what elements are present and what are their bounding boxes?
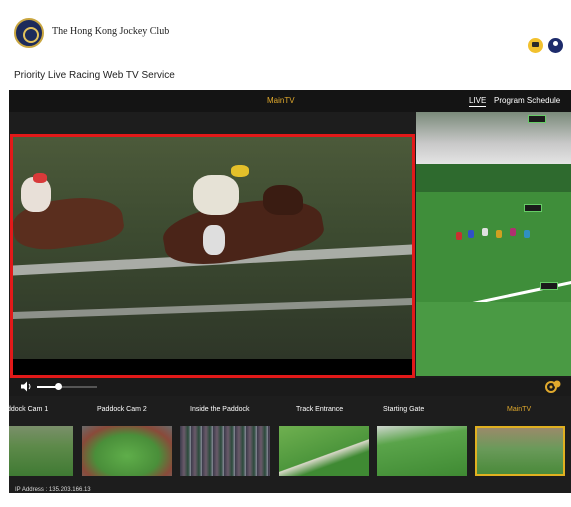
- site-header: The Hong Kong Jockey Club Priority Live …: [0, 0, 571, 90]
- player-topbar: MainTV LIVE Program Schedule: [9, 90, 571, 112]
- tab-live[interactable]: LIVE: [469, 96, 487, 107]
- tab-program-schedule[interactable]: Program Schedule: [494, 96, 560, 105]
- grandstand-image: [416, 112, 571, 164]
- camera-selector: ddock Cam 1 Paddock Cam 2 Inside the Pad…: [7, 406, 571, 476]
- page-title: Priority Live Racing Web TV Service: [14, 70, 175, 81]
- volume-slider[interactable]: [37, 383, 97, 390]
- camera-label: Starting Gate: [383, 406, 425, 413]
- camera-thumbnail-track-entrance[interactable]: [279, 426, 369, 476]
- main-video-image: [13, 137, 412, 359]
- ip-address: IP Address : 135.203.166.13: [15, 487, 91, 493]
- overlay-badge: [524, 204, 542, 212]
- jockey-cap: [33, 173, 47, 183]
- horse-head: [263, 185, 303, 215]
- settings-icon[interactable]: [545, 380, 561, 393]
- camera-thumbnail-maintv[interactable]: [475, 426, 565, 476]
- volume-icon[interactable]: [21, 381, 33, 392]
- jockey-club-logo-icon[interactable]: [14, 18, 44, 48]
- horse-marker: [496, 230, 502, 238]
- camera-thumbnail-paddock-2[interactable]: [82, 426, 172, 476]
- infield-image: [416, 302, 571, 376]
- side-camera-video[interactable]: [416, 112, 571, 376]
- camera-label: Track Entrance: [296, 406, 344, 413]
- horse-marker: [524, 230, 530, 238]
- message-icon[interactable]: [528, 38, 543, 53]
- brand-name: The Hong Kong Jockey Club: [52, 26, 170, 37]
- web-tv-player: MainTV LIVE Program Schedule ddock Cam 1…: [7, 90, 571, 493]
- horse-marker: [510, 228, 516, 236]
- player-controls: [9, 378, 571, 396]
- jockey-cap: [231, 165, 249, 177]
- horse-marker: [456, 232, 462, 240]
- horse-marker: [468, 230, 474, 238]
- camera-thumbnail-paddock-1[interactable]: [9, 426, 73, 476]
- camera-label: ddock Cam 1: [7, 406, 49, 413]
- overlay-badge: [540, 282, 558, 290]
- horse-marker: [482, 228, 488, 236]
- overlay-badge: [528, 115, 546, 123]
- camera-thumbnail-starting-gate[interactable]: [377, 426, 467, 476]
- volume-slider-knob[interactable]: [55, 383, 62, 390]
- jockey-boots: [203, 225, 225, 255]
- camera-thumbnail-inside-paddock[interactable]: [180, 426, 270, 476]
- rail-decor-2: [13, 298, 412, 319]
- camera-label: MainTV: [507, 406, 532, 413]
- camera-label: Inside the Paddock: [190, 406, 250, 413]
- user-account-icon[interactable]: [548, 38, 563, 53]
- main-video-frame[interactable]: [10, 134, 415, 378]
- jockey-figure: [193, 175, 239, 215]
- channel-title: MainTV: [267, 96, 295, 105]
- camera-label: Paddock Cam 2: [97, 406, 147, 413]
